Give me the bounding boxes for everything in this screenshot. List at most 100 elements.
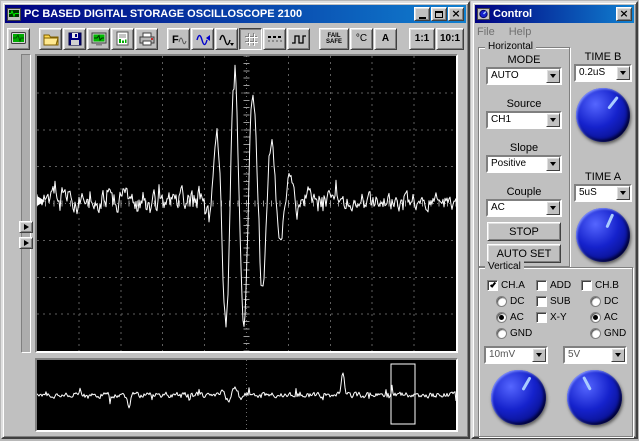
toolbar: F FAIL SAFE °C A 1:1 10:1 (7, 26, 464, 51)
power-button[interactable] (7, 27, 30, 50)
wave-left-arrow-icon (195, 34, 210, 45)
sub-checkbox[interactable]: SUB (536, 296, 571, 307)
ampere-button[interactable]: A (374, 27, 397, 50)
mode-dropdown-button[interactable] (546, 69, 560, 83)
power-icon (11, 31, 26, 44)
cha-enable-checkbox[interactable]: CH.A (487, 280, 525, 291)
capture-screen-button[interactable] (87, 27, 110, 50)
couple-combobox[interactable]: AC (486, 199, 562, 217)
oscilloscope-window: PC BASED DIGITAL STORAGE OSCILLOSCOPE 21… (1, 1, 470, 439)
time-a-combobox[interactable]: 5uS (574, 184, 632, 202)
control-close-button[interactable]: × (616, 7, 632, 21)
cha-label: CH.A (501, 280, 525, 291)
save-button[interactable] (63, 27, 86, 50)
minimize-button[interactable] (414, 7, 430, 21)
chevron-down-icon (550, 162, 556, 166)
cursor-lines-button[interactable] (263, 27, 286, 50)
control-titlebar[interactable]: Control × (475, 5, 634, 23)
print-button[interactable] (135, 27, 158, 50)
radio-icon (590, 328, 601, 339)
slope-label: Slope (509, 142, 539, 154)
menu-help[interactable]: Help (509, 26, 532, 38)
chb-gnd-radio[interactable]: GND (590, 328, 626, 339)
chevron-down-icon (550, 118, 556, 122)
chb-volts-combobox[interactable]: 5V (563, 346, 627, 364)
add-checkbox[interactable]: ADD (536, 280, 571, 291)
mode-combobox[interactable]: AUTO (486, 67, 562, 85)
chb-enable-checkbox[interactable]: CH.B (581, 280, 619, 291)
wave-store-button[interactable] (215, 27, 238, 50)
scope-display (35, 54, 458, 353)
probe-1-1-button[interactable]: 1:1 (409, 27, 435, 50)
cha-dc-radio[interactable]: DC (496, 296, 524, 307)
square-wave-icon (291, 34, 306, 44)
menu-file[interactable]: File (477, 26, 495, 38)
dashed-line-icon (267, 35, 282, 41)
cha-position-handle[interactable] (19, 221, 33, 233)
menu-bar: File Help (477, 25, 632, 39)
cha-gnd-radio[interactable]: GND (496, 328, 532, 339)
square-wave-button[interactable] (287, 27, 310, 50)
slope-combobox[interactable]: Positive (486, 155, 562, 173)
checkbox-icon (536, 312, 547, 323)
report-button[interactable] (111, 27, 134, 50)
maximize-icon (435, 10, 443, 18)
chb-dc-radio[interactable]: DC (590, 296, 618, 307)
temperature-button[interactable]: °C (350, 27, 373, 50)
time-a-label: TIME A (584, 171, 622, 183)
close-button[interactable]: × (448, 7, 464, 21)
fft-icon: F (172, 34, 186, 46)
checkbox-icon (581, 280, 592, 291)
chb-volts-knob[interactable] (567, 370, 622, 425)
vertical-group: Vertical CH.A ADD CH.B DC SUB DC AC X-Y … (478, 261, 633, 437)
maximize-button[interactable] (431, 7, 447, 21)
probe-10-1-button[interactable]: 10:1 (436, 27, 464, 50)
xy-checkbox[interactable]: X-Y (536, 312, 567, 323)
slope-dropdown-button[interactable] (546, 157, 560, 171)
horizontal-group: Horizontal MODE AUTO Source CH1 Slope Po… (478, 41, 570, 267)
fail-safe-label-2: SAFE (325, 38, 342, 45)
overview-display[interactable] (35, 358, 458, 432)
xy-label: X-Y (550, 312, 567, 323)
couple-dropdown-button[interactable] (546, 201, 560, 215)
couple-value: AC (491, 202, 505, 213)
trigger-level-arrow[interactable] (37, 196, 45, 206)
cha-volts-dropdown-button[interactable] (532, 348, 546, 362)
printer-icon (139, 32, 154, 45)
time-b-knob[interactable] (576, 88, 630, 142)
scope-graticule-and-trace (37, 56, 456, 351)
vertical-position-track[interactable] (19, 54, 33, 353)
chb-ac-radio[interactable]: AC (590, 312, 618, 323)
control-window-icon (477, 8, 490, 20)
open-file-button[interactable] (39, 27, 62, 50)
main-titlebar[interactable]: PC BASED DIGITAL STORAGE OSCILLOSCOPE 21… (5, 5, 466, 23)
time-a-knob[interactable] (576, 208, 630, 262)
chb-ac-label: AC (604, 312, 618, 323)
source-dropdown-button[interactable] (546, 113, 560, 127)
handle-arrow-icon (23, 240, 29, 246)
source-value: CH1 (491, 114, 512, 125)
checkbox-icon (536, 280, 547, 291)
chevron-down-icon (620, 71, 626, 75)
cha-ac-label: AC (510, 312, 524, 323)
vertical-group-label: Vertical (485, 261, 524, 272)
wave-recall-button[interactable] (191, 27, 214, 50)
time-a-dropdown-button[interactable] (616, 186, 630, 200)
cha-ac-radio[interactable]: AC (496, 312, 524, 323)
document-icon (116, 31, 129, 46)
time-b-dropdown-button[interactable] (616, 66, 630, 80)
open-folder-icon (43, 34, 59, 45)
time-b-combobox[interactable]: 0.2uS (574, 64, 632, 82)
sub-label: SUB (550, 296, 571, 307)
chb-volts-dropdown-button[interactable] (611, 348, 625, 362)
source-combobox[interactable]: CH1 (486, 111, 562, 129)
stop-button[interactable]: STOP (487, 222, 561, 241)
control-window-title: Control (493, 8, 533, 20)
fft-button[interactable]: F (167, 27, 190, 50)
cha-volts-knob[interactable] (491, 370, 546, 425)
chb-position-handle[interactable] (19, 237, 33, 249)
cha-volts-combobox[interactable]: 10mV (484, 346, 548, 364)
fail-safe-button[interactable]: FAIL SAFE (319, 27, 349, 50)
grid-toggle-button[interactable] (239, 27, 262, 50)
time-b-value: 0.2uS (579, 67, 606, 78)
